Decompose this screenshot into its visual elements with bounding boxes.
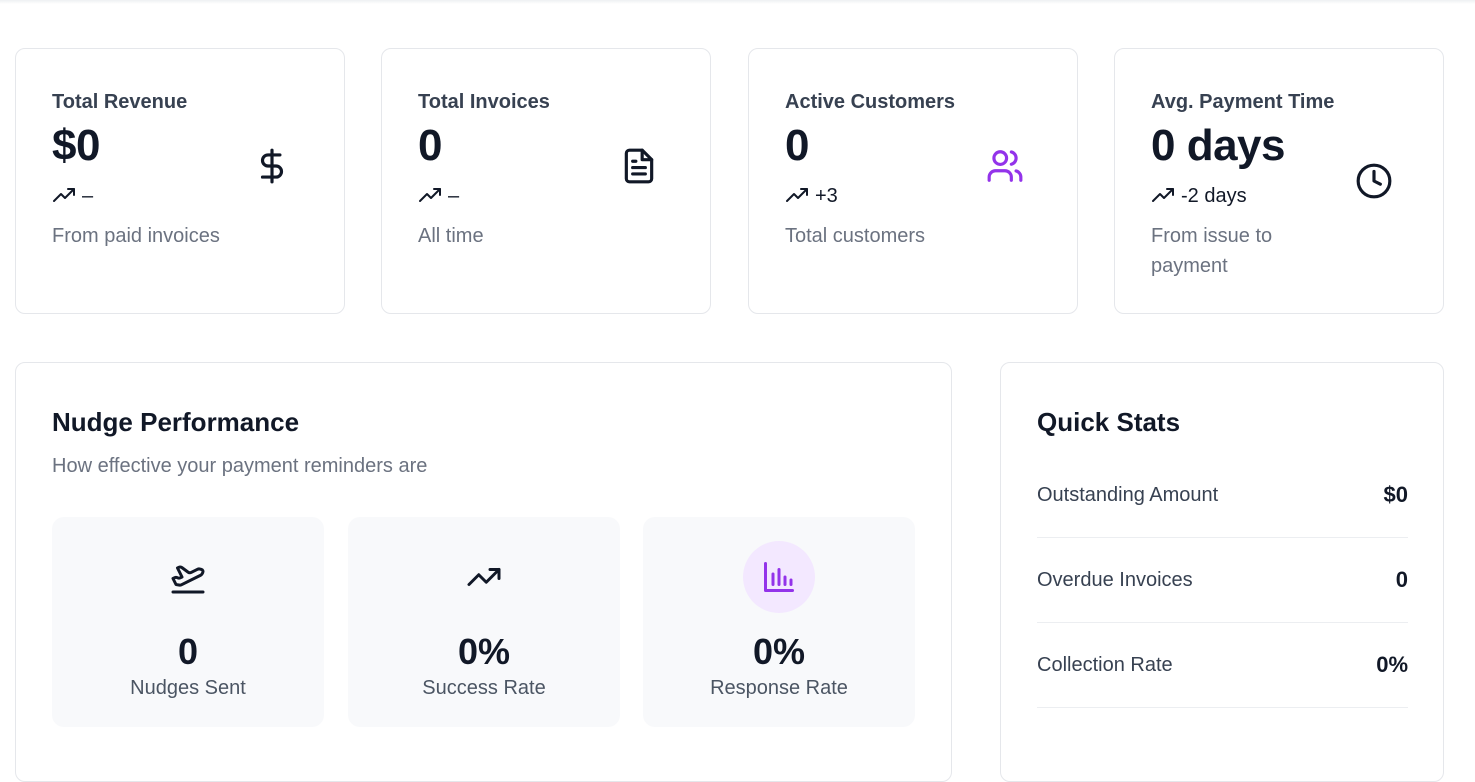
- stat-card-total-revenue: Total Revenue $0 – From paid invoices: [15, 48, 345, 314]
- metric-label: Nudges Sent: [130, 677, 246, 699]
- stat-subtitle: From paid invoices: [52, 225, 220, 247]
- quick-stat-row: Collection Rate 0%: [1037, 623, 1408, 708]
- metric-response-rate: 0% Response Rate: [643, 517, 915, 727]
- section-subtitle: How effective your payment reminders are: [52, 455, 428, 477]
- quick-stats-card: Quick Stats Outstanding Amount $0 Overdu…: [1000, 362, 1444, 782]
- metric-value: 0: [177, 631, 199, 672]
- metric-nudges-sent: 0 Nudges Sent: [52, 517, 324, 727]
- file-text-icon: [620, 147, 658, 185]
- stat-value: 0: [785, 121, 809, 170]
- quick-stat-row: Outstanding Amount $0: [1037, 453, 1408, 538]
- section-title: Quick Stats: [1037, 407, 1181, 437]
- quick-stat-value: 0%: [1376, 652, 1408, 677]
- quick-stat-value: 0: [1395, 567, 1408, 592]
- stat-value: 0: [418, 121, 442, 170]
- trending-up-icon: [448, 541, 520, 613]
- stat-title: Total Invoices: [418, 91, 550, 113]
- trending-up-icon: [419, 188, 441, 202]
- stat-trend: –: [52, 184, 93, 208]
- stat-value: 0 days: [1151, 121, 1285, 170]
- stat-subtitle: From issue to payment: [1151, 225, 1273, 277]
- metric-label: Success Rate: [422, 677, 546, 699]
- quick-stat-value: $0: [1383, 482, 1408, 507]
- stat-trend: -2 days: [1151, 184, 1247, 208]
- header-divider: [0, 0, 1475, 4]
- stat-card-avg-payment-time: Avg. Payment Time 0 days -2 days From is…: [1114, 48, 1444, 314]
- metric-value: 0%: [457, 631, 511, 672]
- section-title: Nudge Performance: [52, 407, 300, 437]
- stat-subtitle: All time: [418, 225, 484, 247]
- quick-stat-row: Overdue Invoices 0: [1037, 538, 1408, 623]
- stat-value: $0: [52, 121, 100, 170]
- metric-success-rate: 0% Success Rate: [348, 517, 620, 727]
- clock-icon: [1355, 162, 1393, 200]
- users-icon: [986, 147, 1024, 185]
- quick-stat-label: Overdue Invoices: [1037, 568, 1193, 591]
- stat-subtitle: Total customers: [785, 225, 926, 247]
- stat-trend: +3: [785, 184, 838, 208]
- plane-takeoff-icon: [152, 541, 224, 613]
- stat-trend-value: –: [448, 184, 460, 207]
- metric-value: 0%: [752, 631, 806, 672]
- stat-trend: –: [418, 184, 459, 208]
- trending-up-icon: [1152, 188, 1174, 202]
- stat-title: Avg. Payment Time: [1151, 91, 1335, 113]
- stat-card-total-invoices: Total Invoices 0 – All time: [381, 48, 711, 314]
- bar-chart-icon: [743, 541, 815, 613]
- metric-label: Response Rate: [710, 677, 848, 699]
- trending-up-icon: [53, 188, 75, 202]
- stat-card-active-customers: Active Customers 0 +3 Total customers: [748, 48, 1078, 314]
- stat-trend-value: –: [82, 184, 94, 207]
- nudge-performance-card: Nudge Performance How effective your pay…: [15, 362, 952, 782]
- stat-title: Total Revenue: [52, 91, 188, 113]
- quick-stat-label: Outstanding Amount: [1037, 483, 1219, 506]
- stat-trend-value: +3: [815, 184, 838, 207]
- dollar-sign-icon: [253, 147, 291, 185]
- stat-title: Active Customers: [785, 91, 956, 113]
- stat-trend-value: -2 days: [1181, 184, 1247, 207]
- quick-stat-label: Collection Rate: [1037, 653, 1173, 676]
- trending-up-icon: [786, 188, 808, 202]
